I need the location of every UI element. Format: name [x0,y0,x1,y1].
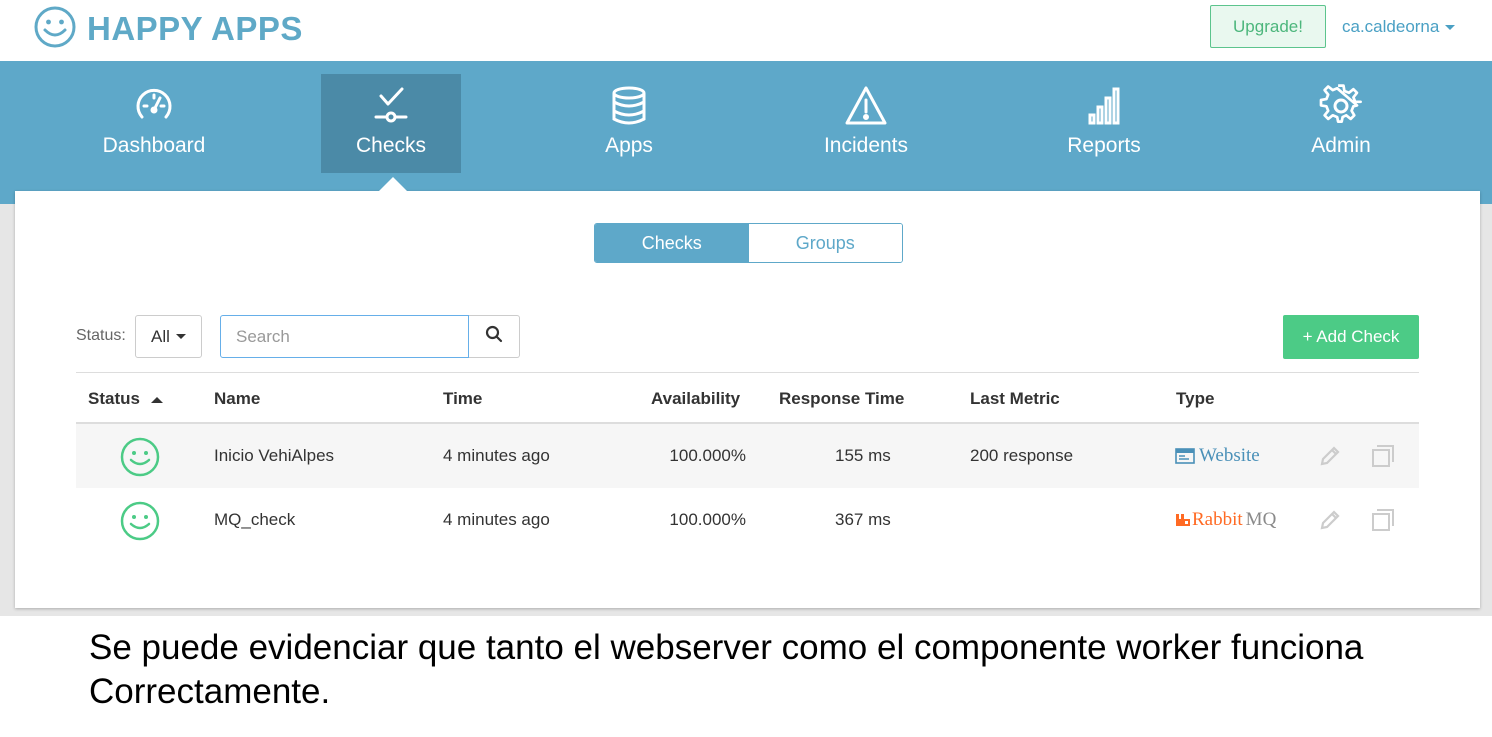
warning-icon [844,84,888,128]
nav-item-admin[interactable]: Admin [1271,74,1411,173]
add-check-button[interactable]: + Add Check [1283,315,1419,359]
tab-checks[interactable]: Checks [595,224,749,262]
nav-label: Incidents [823,134,909,157]
search-button[interactable] [469,315,520,358]
table-header: Status Name Time Availability Response T… [76,372,1419,424]
gear-icon [1319,84,1363,128]
edit-pencil-icon[interactable] [1318,444,1342,468]
brand-name: HAPPY APPS [87,10,303,47]
check-last-metric: 200 response [970,446,1074,465]
user-menu[interactable]: ca.caldeorna [1342,15,1456,39]
website-icon [1175,448,1195,464]
duplicate-icon[interactable] [1371,508,1395,532]
table-row[interactable]: Inicio VehiAlpes 4 minutes ago 100.000% … [76,424,1419,488]
column-availability[interactable]: Availability [651,373,740,425]
sort-ascending-icon [150,397,163,403]
checks-icon [369,84,413,128]
nav-label: Apps [605,134,653,157]
status-filter-label: Status: [76,327,126,344]
upgrade-button[interactable]: Upgrade! [1210,5,1326,48]
active-nav-pointer [379,177,407,191]
nav-label: Reports [1067,134,1141,157]
nav-label: Dashboard [102,134,206,157]
user-name: ca.caldeorna [1342,17,1440,36]
search-icon [485,325,503,348]
rabbitmq-icon [1176,514,1190,526]
check-time: 4 minutes ago [443,446,550,465]
edit-pencil-icon[interactable] [1318,508,1342,532]
bar-chart-icon [1082,84,1126,128]
type-label: Website [1199,445,1260,466]
column-status-label: Status [88,389,140,408]
column-time[interactable]: Time [443,373,482,425]
column-last-metric[interactable]: Last Metric [970,373,1060,425]
nav-label: Checks [355,134,427,157]
check-type: Website [1175,424,1260,488]
type-label-rabbit: Rabbit [1192,509,1243,530]
nav-label: Admin [1311,134,1371,157]
happy-status-icon [120,501,160,541]
nav-item-reports[interactable]: Reports [1034,74,1174,173]
nav-item-incidents[interactable]: Incidents [796,74,936,173]
check-response-time: 367 ms [835,510,891,529]
caption-text: Se puede evidenciar que tanto el webserv… [89,628,1364,711]
checks-panel: Checks Groups Status: All + Add Check St… [15,191,1480,608]
tab-groups[interactable]: Groups [748,224,902,262]
happy-status-icon [120,437,160,477]
status-filter-value: All [151,326,170,346]
check-response-time: 155 ms [835,446,891,465]
checks-table: Status Name Time Availability Response T… [76,372,1419,552]
column-response-time[interactable]: Response Time [779,373,904,425]
type-label-mq: MQ [1245,509,1277,530]
nav-item-dashboard[interactable]: Dashboard [84,74,224,173]
gauge-icon [132,84,176,128]
search-input[interactable] [220,315,469,358]
top-bar: HAPPY APPS Upgrade! ca.caldeorna [0,0,1492,61]
check-time: 4 minutes ago [443,510,550,529]
check-name[interactable]: MQ_check [214,488,295,552]
column-status[interactable]: Status [88,373,163,425]
nav-item-apps[interactable]: Apps [559,74,699,173]
caret-down-icon [1445,24,1456,30]
database-icon [607,84,651,128]
caret-down-icon [175,334,186,339]
duplicate-icon[interactable] [1371,444,1395,468]
check-name[interactable]: Inicio VehiAlpes [214,424,334,488]
status-filter-select[interactable]: All [135,315,202,358]
view-toggle: Checks Groups [594,223,903,263]
column-name[interactable]: Name [214,373,260,425]
check-type: Rabbit MQ [1175,488,1276,552]
nav-item-checks[interactable]: Checks [321,74,461,173]
column-type[interactable]: Type [1176,373,1214,425]
smiley-logo-icon [33,5,77,54]
main-nav: Dashboard Checks Apps Incidents Reports … [0,61,1492,204]
check-availability: 100.000% [669,510,746,529]
check-availability: 100.000% [669,446,746,465]
table-row[interactable]: MQ_check 4 minutes ago 100.000% 367 ms R… [76,488,1419,552]
logo[interactable]: HAPPY APPS [33,5,303,54]
